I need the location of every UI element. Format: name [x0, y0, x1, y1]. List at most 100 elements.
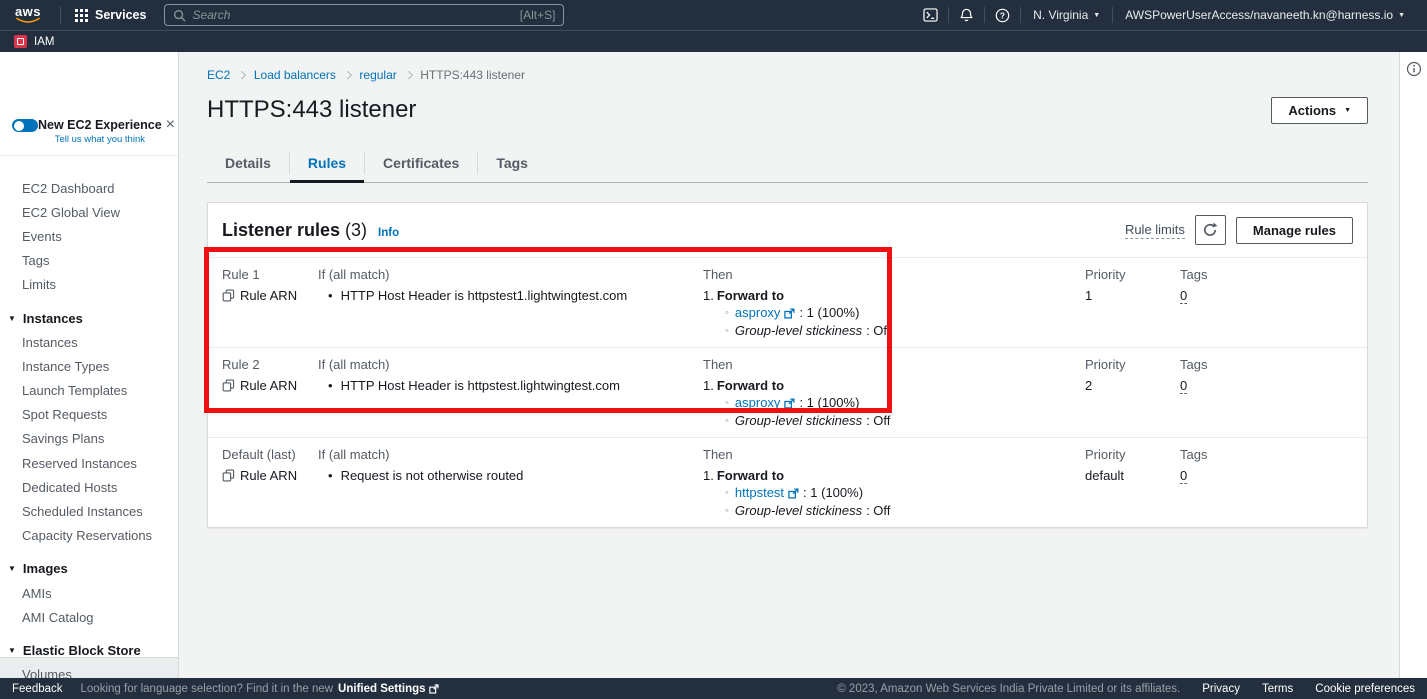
rule-condition: HTTP Host Header is httpstest.lightwingt…: [341, 378, 620, 394]
actions-button[interactable]: Actions▼: [1271, 97, 1368, 124]
tags-count-link[interactable]: 0: [1180, 288, 1187, 304]
services-menu-button[interactable]: Services: [69, 8, 152, 22]
sub-bullet-icon: ◦: [725, 503, 729, 520]
rule-name: Rule 1: [222, 267, 318, 283]
sidebar-item-launch-templates[interactable]: Launch Templates: [0, 379, 178, 403]
sidebar-section-ebs[interactable]: ▼Elastic Block Store: [0, 638, 178, 662]
sidebar-nav: EC2 Dashboard EC2 Global View Events Tag…: [0, 156, 178, 678]
rule-arn-label: Rule ARN: [240, 378, 297, 393]
rule-limits-link[interactable]: Rule limits: [1125, 222, 1185, 239]
rule-arn-label: Rule ARN: [240, 468, 297, 483]
then-column-header: Then: [703, 447, 1085, 463]
sidebar-item-instances[interactable]: Instances: [0, 330, 178, 354]
sidebar-item-capacity-reservations[interactable]: Capacity Reservations: [0, 524, 178, 548]
tags-count-link[interactable]: 0: [1180, 468, 1187, 484]
divider: [60, 6, 61, 24]
global-search[interactable]: [Alt+S]: [164, 4, 564, 26]
question-icon: ?: [995, 8, 1010, 23]
aws-logo[interactable]: aws: [14, 6, 42, 24]
breadcrumb-ec2[interactable]: EC2: [207, 68, 230, 82]
sidebar-item-volumes[interactable]: Volumes: [0, 663, 178, 678]
account-menu[interactable]: AWSPowerUserAccess/navaneeth.kn@harness.…: [1113, 8, 1417, 22]
help-button[interactable]: ?: [985, 8, 1020, 23]
footer: Feedback Looking for language selection?…: [0, 678, 1427, 699]
chevron-down-icon: ▼: [1344, 107, 1351, 114]
target-weight: : 1 (100%): [799, 395, 859, 412]
info-icon: [1406, 61, 1422, 77]
tab-details[interactable]: Details: [207, 146, 289, 182]
region-selector[interactable]: N. Virginia ▼: [1021, 8, 1112, 22]
sidebar-item-savings-plans[interactable]: Savings Plans: [0, 427, 178, 451]
rules-count: (3): [345, 220, 367, 241]
notifications-button[interactable]: [949, 8, 984, 23]
stickiness-label: Group-level stickiness: [735, 413, 862, 430]
terms-link[interactable]: Terms: [1262, 683, 1293, 695]
priority-column-header: Priority: [1085, 447, 1180, 463]
action-number: 1.: [703, 468, 714, 483]
triangle-down-icon: ▼: [8, 314, 16, 323]
target-group-link[interactable]: asproxy: [735, 395, 781, 412]
stickiness-value: : Off: [866, 323, 890, 340]
bullet-icon: •: [328, 378, 333, 394]
then-column-header: Then: [703, 267, 1085, 283]
priority-value: default: [1085, 468, 1180, 484]
feedback-button[interactable]: Feedback: [12, 683, 63, 695]
stickiness-label: Group-level stickiness: [735, 323, 862, 340]
manage-rules-button[interactable]: Manage rules: [1236, 217, 1353, 244]
sidebar-item-instance-types[interactable]: Instance Types: [0, 354, 178, 378]
tags-count-link[interactable]: 0: [1180, 378, 1187, 394]
breadcrumb-lb-name[interactable]: regular: [359, 68, 396, 82]
tab-certificates[interactable]: Certificates: [365, 146, 477, 182]
tab-bar: Details Rules Certificates Tags: [207, 146, 1368, 183]
refresh-button[interactable]: [1195, 215, 1226, 245]
tab-rules[interactable]: Rules: [290, 146, 364, 182]
sidebar-item-scheduled-instances[interactable]: Scheduled Instances: [0, 499, 178, 523]
sidebar-item-reserved-instances[interactable]: Reserved Instances: [0, 451, 178, 475]
breadcrumb-load-balancers[interactable]: Load balancers: [254, 68, 336, 82]
feedback-link[interactable]: Tell us what you think: [38, 134, 162, 145]
sidebar-item-dedicated-hosts[interactable]: Dedicated Hosts: [0, 475, 178, 499]
new-experience-toggle[interactable]: [12, 119, 38, 132]
search-input[interactable]: [192, 8, 513, 22]
sidebar-item-spot-requests[interactable]: Spot Requests: [0, 403, 178, 427]
new-experience-box: New EC2 Experience Tell us what you thin…: [0, 110, 178, 156]
search-shortcut: [Alt+S]: [520, 8, 556, 22]
target-group-link[interactable]: asproxy: [735, 305, 781, 322]
sidebar-item-events[interactable]: Events: [0, 224, 178, 248]
rule-row-2: Rule 2 Rule ARN If (all match) •HTTP Hos…: [208, 347, 1367, 437]
sidebar-item-ami-catalog[interactable]: AMI Catalog: [0, 605, 178, 629]
cookie-preferences-link[interactable]: Cookie preferences: [1315, 683, 1415, 695]
priority-column-header: Priority: [1085, 357, 1180, 373]
iam-favorite-link[interactable]: IAM: [34, 36, 54, 48]
copy-icon[interactable]: [222, 289, 235, 302]
chevron-right-icon: [344, 71, 352, 79]
priority-column-header: Priority: [1085, 267, 1180, 283]
info-panel-button[interactable]: [1406, 61, 1422, 77]
action-label: Forward to: [717, 468, 784, 483]
bell-icon: [959, 8, 974, 23]
sidebar-item-tags[interactable]: Tags: [0, 249, 178, 273]
copy-icon[interactable]: [222, 469, 235, 482]
sub-bullet-icon: ◦: [725, 323, 729, 340]
target-group-link[interactable]: httpstest: [735, 485, 784, 502]
sidebar-section-images[interactable]: ▼Images: [0, 557, 178, 581]
cloudshell-button[interactable]: [913, 8, 948, 22]
unified-settings-link[interactable]: Unified Settings: [338, 683, 439, 695]
bullet-icon: •: [328, 288, 333, 304]
chevron-down-icon: ▼: [1398, 12, 1405, 19]
sidebar-item-amis[interactable]: AMIs: [0, 581, 178, 605]
stickiness-label: Group-level stickiness: [735, 503, 862, 520]
close-icon[interactable]: ×: [162, 116, 177, 132]
sidebar-item-ec2-dashboard[interactable]: EC2 Dashboard: [0, 176, 178, 200]
aws-smile-icon: [14, 17, 42, 24]
target-weight: : 1 (100%): [799, 305, 859, 322]
copy-icon[interactable]: [222, 379, 235, 392]
sidebar-section-instances[interactable]: ▼Instances: [0, 306, 178, 330]
info-link[interactable]: Info: [378, 227, 399, 239]
privacy-link[interactable]: Privacy: [1202, 683, 1240, 695]
tab-tags[interactable]: Tags: [478, 146, 546, 182]
svg-text:?: ?: [1000, 10, 1005, 20]
sidebar-item-limits[interactable]: Limits: [0, 273, 178, 297]
sub-bullet-icon: ◦: [725, 413, 729, 430]
sidebar-item-ec2-global-view[interactable]: EC2 Global View: [0, 200, 178, 224]
